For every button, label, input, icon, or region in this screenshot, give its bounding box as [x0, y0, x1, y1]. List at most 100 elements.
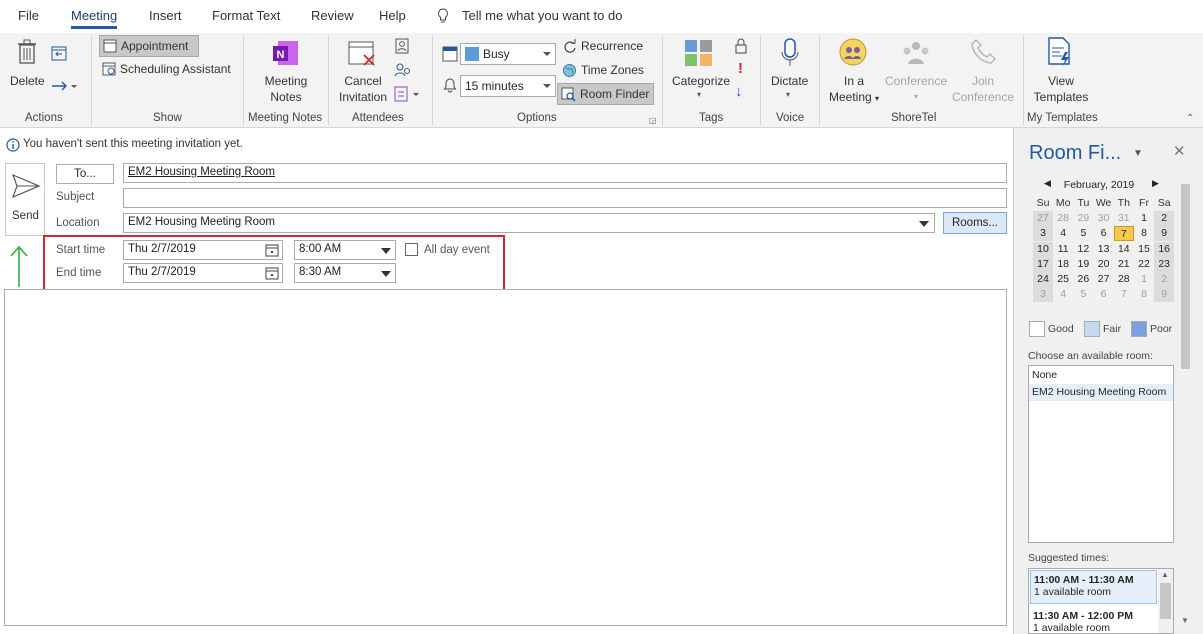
calendar-day[interactable]: 4	[1053, 287, 1073, 302]
calendar-forward-icon[interactable]	[51, 45, 67, 64]
calendar-day[interactable]: 17	[1033, 256, 1053, 272]
calendar-day[interactable]: 3	[1033, 287, 1053, 303]
delete-icon[interactable]	[16, 39, 38, 68]
response-options-icon[interactable]	[394, 86, 420, 105]
cancel-invitation-button[interactable]: Cancel Invitation	[336, 73, 390, 105]
calendar-day[interactable]: 3	[1033, 226, 1053, 242]
tab-meeting[interactable]: Meeting	[71, 8, 118, 29]
calendar-day[interactable]: 1	[1134, 211, 1154, 226]
calendar-day[interactable]: 19	[1073, 257, 1093, 272]
start-date-field[interactable]: Thu 2/7/2019	[123, 240, 283, 260]
suggestion-item[interactable]: 11:30 AM - 12:00 PM 1 available room	[1030, 607, 1157, 633]
calendar-day[interactable]: 4	[1053, 226, 1073, 241]
calendar-day[interactable]: 10	[1033, 241, 1053, 257]
calendar-day[interactable]: 12	[1073, 242, 1093, 257]
show-as-dropdown[interactable]: Busy	[460, 43, 556, 65]
calendar-day[interactable]: 26	[1073, 272, 1093, 287]
cancel-invitation-icon[interactable]	[348, 39, 378, 70]
in-a-meeting-button[interactable]: In a Meeting ▾	[826, 73, 882, 107]
tab-review[interactable]: Review	[311, 8, 354, 23]
all-day-checkbox[interactable]	[405, 243, 418, 256]
private-lock-icon[interactable]	[734, 38, 748, 57]
calendar-day[interactable]: 28	[1053, 211, 1073, 226]
tab-help[interactable]: Help	[379, 8, 406, 23]
calendar-day[interactable]: 27	[1033, 211, 1053, 227]
to-field[interactable]: EM2 Housing Meeting Room	[123, 163, 1007, 183]
calendar-icon[interactable]	[265, 266, 279, 280]
calendar-day[interactable]: 9	[1154, 226, 1175, 242]
recurrence-button[interactable]: Recurrence	[559, 35, 646, 57]
calendar-day[interactable]: 27	[1094, 272, 1114, 287]
send-button[interactable]: Send	[5, 163, 45, 236]
location-field[interactable]: EM2 Housing Meeting Room	[123, 213, 935, 233]
calendar-day[interactable]: 6	[1094, 226, 1114, 241]
tab-insert[interactable]: Insert	[149, 8, 182, 23]
tab-file[interactable]: File	[18, 8, 39, 23]
suggestion-item[interactable]: 11:00 AM - 11:30 AM 1 available room	[1030, 570, 1157, 604]
high-importance-icon[interactable]: !	[738, 60, 743, 77]
collapse-ribbon-icon[interactable]: ⌃	[1186, 113, 1194, 124]
to-recipient[interactable]: EM2 Housing Meeting Room	[128, 166, 275, 178]
room-finder-button[interactable]: Room Finder	[557, 83, 654, 105]
meeting-notes-button[interactable]: Meeting Notes	[262, 73, 310, 105]
calendar-day[interactable]: 22	[1134, 257, 1154, 272]
scheduling-assistant-button[interactable]: Scheduling Assistant	[99, 58, 234, 80]
pane-scrollbar[interactable]: ▼	[1179, 168, 1192, 626]
pane-options-icon[interactable]: ▼	[1133, 148, 1143, 159]
calendar-day[interactable]: 5	[1073, 226, 1093, 241]
close-icon[interactable]: ✕	[1173, 142, 1186, 160]
prev-month-icon[interactable]: ◀	[1044, 178, 1051, 189]
tell-me-search[interactable]: Tell me what you want to do	[462, 8, 622, 23]
calendar-day-selected[interactable]: 7	[1113, 226, 1134, 242]
calendar-day[interactable]: 6	[1094, 287, 1114, 302]
scroll-down-icon[interactable]: ▼	[1181, 616, 1189, 625]
scroll-up-icon[interactable]: ▲	[1161, 570, 1169, 579]
room-list[interactable]: None EM2 Housing Meeting Room	[1028, 365, 1174, 543]
delete-button[interactable]: Delete	[10, 73, 45, 89]
low-importance-icon[interactable]: ↓	[735, 83, 743, 100]
calendar-day[interactable]: 25	[1053, 272, 1073, 287]
calendar-day[interactable]: 2	[1154, 211, 1175, 227]
calendar-day[interactable]: 18	[1053, 257, 1073, 272]
scrollbar-thumb[interactable]	[1160, 583, 1171, 619]
tab-format-text[interactable]: Format Text	[212, 8, 280, 23]
in-a-meeting-icon[interactable]	[839, 38, 867, 69]
message-body[interactable]	[4, 289, 1007, 626]
calendar-day[interactable]: 23	[1154, 256, 1175, 272]
calendar-day[interactable]: 9	[1154, 287, 1175, 303]
calendar-day[interactable]: 7	[1114, 287, 1134, 302]
reminder-dropdown[interactable]: 15 minutes	[460, 75, 556, 97]
calendar-day[interactable]: 5	[1073, 287, 1093, 302]
calendar-day[interactable]: 20	[1094, 257, 1114, 272]
calendar-day[interactable]: 11	[1053, 242, 1073, 257]
next-month-icon[interactable]: ▶	[1152, 178, 1159, 189]
calendar-day[interactable]: 24	[1033, 272, 1053, 287]
calendar-day[interactable]: 30	[1094, 211, 1114, 226]
categorize-button[interactable]: Categorize	[672, 73, 730, 89]
suggestions-scrollbar[interactable]: ▲	[1158, 569, 1173, 633]
onenote-icon[interactable]: N	[272, 39, 300, 70]
calendar-day[interactable]: 1	[1134, 272, 1154, 287]
calendar-day[interactable]: 14	[1114, 242, 1134, 257]
end-time-dropdown[interactable]: 8:30 AM	[294, 263, 396, 283]
calendar-day[interactable]: 8	[1134, 287, 1154, 302]
address-book-icon[interactable]	[395, 38, 409, 57]
end-date-field[interactable]: Thu 2/7/2019	[123, 263, 283, 283]
microphone-icon[interactable]	[780, 38, 800, 71]
categorize-icon[interactable]	[684, 39, 714, 70]
time-zones-button[interactable]: Time Zones	[559, 59, 647, 81]
to-button[interactable]: To...	[56, 164, 114, 184]
view-templates-button[interactable]: View Templates	[1031, 73, 1091, 105]
calendar-day[interactable]: 21	[1114, 257, 1134, 272]
view-templates-icon[interactable]	[1046, 37, 1074, 70]
calendar-day[interactable]: 16	[1154, 241, 1175, 257]
check-names-icon[interactable]	[394, 62, 412, 81]
calendar-day[interactable]: 2	[1154, 272, 1175, 287]
calendar-day[interactable]: 29	[1073, 211, 1093, 226]
calendar-icon[interactable]	[265, 243, 279, 257]
calendar-day[interactable]: 8	[1134, 226, 1154, 241]
chevron-down-icon[interactable]	[919, 221, 929, 227]
calendar-day[interactable]: 31	[1114, 211, 1134, 226]
subject-field[interactable]	[123, 188, 1007, 208]
forward-arrow-icon[interactable]	[51, 79, 77, 96]
